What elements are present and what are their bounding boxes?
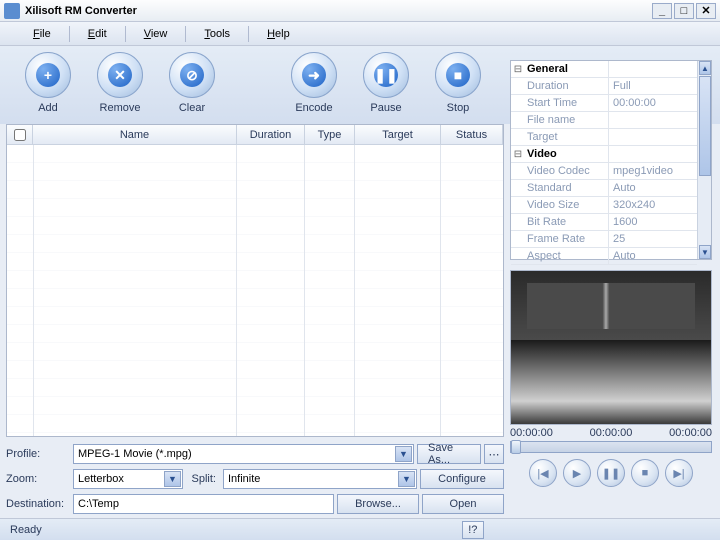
menu-help[interactable]: Help [249, 28, 308, 40]
window-title: Xilisoft RM Converter [25, 5, 652, 17]
scroll-thumb[interactable] [699, 76, 711, 176]
next-button[interactable]: ▶| [665, 459, 693, 487]
menu-file[interactable]: File [15, 28, 69, 40]
maximize-button[interactable]: □ [674, 3, 694, 19]
preview-panel [510, 270, 712, 425]
col-duration[interactable]: Duration [237, 125, 305, 144]
encode-button[interactable]: ➜Encode [278, 52, 350, 124]
remove-button[interactable]: ✕Remove [84, 52, 156, 124]
app-icon [4, 3, 20, 19]
bottom-form: Profile: MPEG-1 Movie (*.mpg)▼ Save As..… [6, 437, 504, 518]
profile-label: Profile: [6, 448, 70, 460]
pause-button[interactable]: ❚❚Pause [350, 52, 422, 124]
profile-more-button[interactable]: ⋯ [484, 444, 504, 464]
menu-tools[interactable]: Tools [186, 28, 248, 40]
zoom-label: Zoom: [6, 473, 70, 485]
titlebar: Xilisoft RM Converter _ □ ✕ [0, 0, 720, 22]
preview-image [511, 271, 711, 424]
table-header: Name Duration Type Target Status [7, 125, 503, 145]
saveas-button[interactable]: Save As... [417, 444, 481, 464]
clear-button[interactable]: ⊘Clear [156, 52, 228, 124]
statusbar: Ready !? [0, 518, 720, 540]
play-button[interactable]: ▶ [563, 459, 591, 487]
menu-view[interactable]: View [126, 28, 186, 40]
configure-button[interactable]: Configure [420, 469, 504, 489]
col-type[interactable]: Type [305, 125, 355, 144]
col-target[interactable]: Target [355, 125, 441, 144]
close-button[interactable]: ✕ [696, 3, 716, 19]
col-checkbox[interactable] [7, 125, 33, 144]
scroll-up-icon[interactable]: ▲ [699, 61, 711, 75]
col-name[interactable]: Name [33, 125, 237, 144]
menu-edit[interactable]: Edit [70, 28, 125, 40]
player-pause-button[interactable]: ❚❚ [597, 459, 625, 487]
collapse-icon[interactable]: ⊟ [511, 61, 525, 77]
props-scrollbar[interactable]: ▲ ▼ [697, 61, 711, 259]
prev-button[interactable]: |◀ [529, 459, 557, 487]
stop-button[interactable]: ■Stop [422, 52, 494, 124]
minimize-button[interactable]: _ [652, 3, 672, 19]
player-controls: |◀ ▶ ❚❚ ■ ▶| [510, 459, 712, 487]
split-label: Split: [186, 473, 220, 485]
menubar: File Edit View Tools Help [0, 22, 720, 46]
split-select[interactable]: Infinite▼ [223, 469, 417, 489]
seek-slider[interactable] [510, 441, 712, 453]
chevron-down-icon[interactable]: ▼ [395, 446, 412, 462]
open-button[interactable]: Open [422, 494, 504, 514]
profile-select[interactable]: MPEG-1 Movie (*.mpg)▼ [73, 444, 414, 464]
chevron-down-icon[interactable]: ▼ [398, 471, 415, 487]
help-button[interactable]: !? [462, 521, 484, 539]
slider-knob[interactable] [511, 440, 521, 454]
chevron-down-icon[interactable]: ▼ [164, 471, 181, 487]
browse-button[interactable]: Browse... [337, 494, 419, 514]
status-text: Ready [10, 524, 42, 536]
player-stop-button[interactable]: ■ [631, 459, 659, 487]
time-display: 00:00:00 00:00:00 00:00:00 [510, 427, 712, 439]
table-body[interactable] [7, 145, 503, 436]
properties-panel[interactable]: ⊟General DurationFull Start Time00:00:00… [510, 60, 712, 260]
file-table[interactable]: Name Duration Type Target Status [6, 124, 504, 437]
collapse-icon[interactable]: ⊟ [511, 146, 525, 162]
destination-label: Destination: [6, 498, 70, 510]
col-status[interactable]: Status [441, 125, 503, 144]
add-button[interactable]: +Add [12, 52, 84, 124]
scroll-down-icon[interactable]: ▼ [699, 245, 711, 259]
zoom-select[interactable]: Letterbox▼ [73, 469, 183, 489]
destination-input[interactable]: C:\Temp [73, 494, 334, 514]
